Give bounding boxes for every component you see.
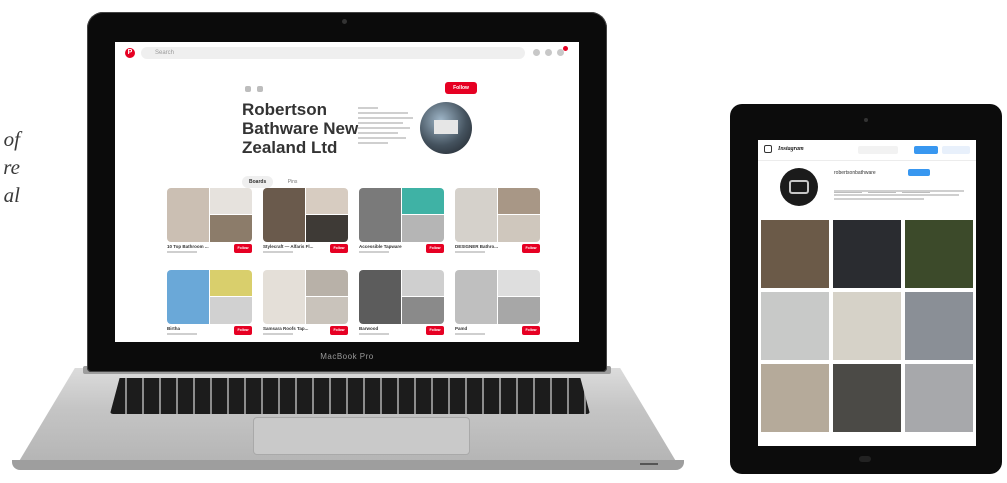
laptop-lid: MacBook Pro P Search Follow Robertson Ba… [87,12,607,372]
board-follow-button[interactable]: Follow [426,244,444,253]
board-name[interactable]: Barwood [359,326,419,331]
laptop-trackpad [253,417,470,455]
profile-follow-button[interactable]: Follow [445,82,477,94]
board-pin-count [167,251,197,253]
board-follow-button[interactable]: Follow [330,326,348,335]
signup-button[interactable] [942,146,970,154]
board-name[interactable]: Samsara Roofs Tap... [263,326,323,331]
board-card[interactable]: Samsara Roofs Tap... Follow [263,270,348,342]
home-icon[interactable] [533,49,540,56]
instagram-follow-button[interactable] [908,169,930,176]
profile-tabs: Boards Pins [242,170,307,188]
notification-badge [563,46,568,51]
board-follow-button[interactable]: Follow [522,326,540,335]
board-cover[interactable] [167,188,252,242]
board-name[interactable]: Stylecraft — Alfaris Fl... [263,244,323,249]
board-follow-button[interactable]: Follow [234,326,252,335]
profile-avatar [420,102,472,154]
share-icon[interactable] [245,86,251,92]
tablet-camera [864,118,868,122]
board-cover[interactable] [359,188,444,242]
board-pin-count [167,333,197,335]
instagram-post[interactable] [905,364,973,432]
board-cover[interactable] [167,270,252,324]
laptop-front-edge [12,460,684,470]
tab-boards[interactable]: Boards [242,176,274,188]
board-pin-count [263,333,293,335]
instagram-post[interactable] [833,364,901,432]
tablet-screen: Instagram robertsonbathware [758,140,976,446]
board-card[interactable]: Birtha Follow [167,270,252,342]
instagram-search-input[interactable] [858,146,898,154]
board-cover[interactable] [455,270,540,324]
board-pin-count [455,251,485,253]
instagram-post[interactable] [833,220,901,288]
profile-bio [358,104,418,147]
board-name[interactable]: Pamd [455,326,515,331]
instagram-header: Instagram [758,140,976,161]
camera-icon[interactable] [764,145,772,153]
board-cover[interactable] [263,188,348,242]
board-pin-count [359,251,389,253]
pinterest-header: P Search [115,42,579,66]
laptop-keyboard [110,378,590,414]
laptop-camera [342,19,347,24]
board-pin-count [263,251,293,253]
board-card[interactable]: 10 Top Bathroom ... Follow [167,188,252,263]
instagram-handle: robertsonbathware [834,170,876,176]
profile-icon[interactable] [545,49,552,56]
board-follow-button[interactable]: Follow [330,244,348,253]
board-card[interactable]: Accessible Tapware Follow [359,188,444,263]
board-name[interactable]: DESIGNER Bathro... [455,244,515,249]
instagram-post[interactable] [905,292,973,360]
instagram-post[interactable] [833,292,901,360]
board-name[interactable]: Accessible Tapware [359,244,419,249]
tablet: Instagram robertsonbathware [730,104,1002,474]
board-card[interactable]: Pamd Follow [455,270,540,342]
tablet-home-button [859,456,871,462]
board-card[interactable]: Stylecraft — Alfaris Fl... Follow [263,188,348,263]
board-cover[interactable] [263,270,348,324]
laptop-screen: P Search Follow Robertson Bathware New Z… [115,42,579,342]
instagram-post[interactable] [761,292,829,360]
laptop-led [640,463,658,465]
board-card[interactable]: Barwood Follow [359,270,444,342]
pinterest-logo[interactable]: P [125,48,135,58]
tab-pins[interactable]: Pins [281,176,305,188]
board-cover[interactable] [455,188,540,242]
edit-icon[interactable] [257,86,263,92]
instagram-logo[interactable]: Instagram [778,146,804,152]
board-cover[interactable] [359,270,444,324]
instagram-avatar [780,168,818,206]
board-name[interactable]: 10 Top Bathroom ... [167,244,227,249]
pinterest-search-input[interactable]: Search [141,47,525,59]
board-follow-button[interactable]: Follow [426,326,444,335]
board-follow-button[interactable]: Follow [522,244,540,253]
instagram-post[interactable] [761,364,829,432]
instagram-bio [834,188,969,202]
board-follow-button[interactable]: Follow [234,244,252,253]
board-pin-count [359,333,389,335]
instagram-post[interactable] [905,220,973,288]
board-card[interactable]: DESIGNER Bathro... Follow [455,188,540,263]
board-name[interactable]: Birtha [167,326,227,331]
login-button[interactable] [914,146,938,154]
laptop-brand-label: MacBook Pro [320,352,374,361]
laptop: MacBook Pro P Search Follow Robertson Ba… [0,0,700,483]
instagram-post[interactable] [761,220,829,288]
board-pin-count [455,333,485,335]
